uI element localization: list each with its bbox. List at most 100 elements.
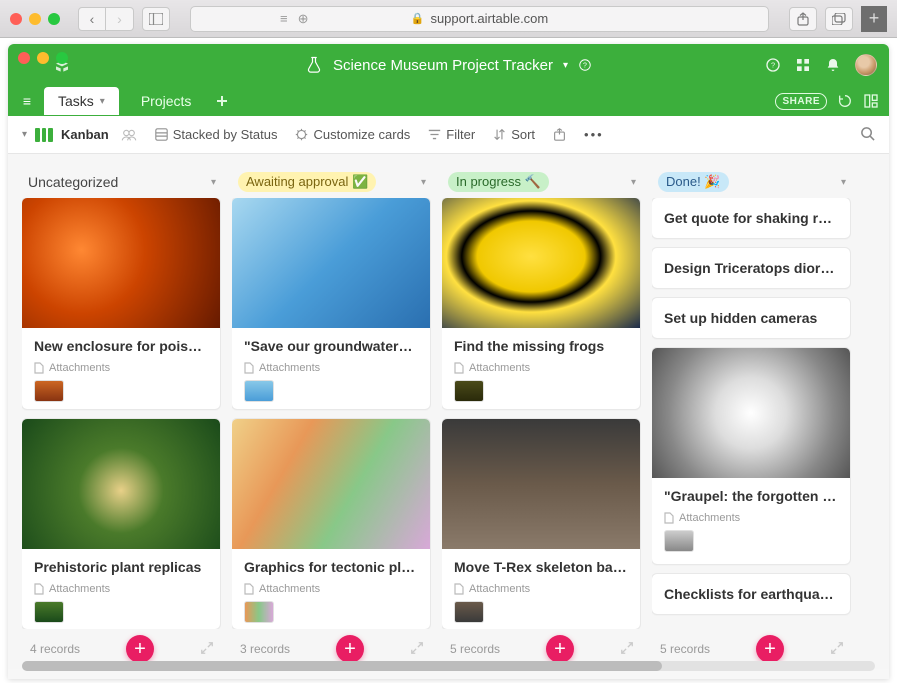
chevron-down-icon[interactable]: ▾: [421, 177, 426, 188]
record-count: 5 records: [660, 642, 710, 656]
kanban-card[interactable]: Design Triceratops diora…: [652, 248, 850, 288]
kanban-card[interactable]: New enclosure for poiso…Attachments: [22, 198, 220, 409]
kanban-card[interactable]: Find the missing frogsAttachments: [442, 198, 640, 409]
add-table-button[interactable]: [213, 92, 231, 110]
card-title: "Graupel: the forgotten p…: [664, 488, 838, 504]
flask-icon: [305, 56, 323, 74]
lock-icon: 🔒: [411, 12, 425, 25]
inner-minimize-button[interactable]: [37, 52, 49, 64]
close-window-button[interactable]: [10, 13, 22, 25]
share-button[interactable]: [789, 7, 817, 31]
kanban-card[interactable]: "Graupel: the forgotten p… Attachments: [652, 348, 850, 564]
expand-icon[interactable]: [200, 641, 214, 658]
kanban-card[interactable]: Checklists for earthquak…: [652, 574, 850, 614]
base-dropdown-chevron-icon[interactable]: ▾: [563, 60, 568, 71]
url-bar[interactable]: ≡ ⊕ 🔒 support.airtable.com: [190, 6, 769, 32]
avatar[interactable]: [855, 54, 877, 76]
menu-icon[interactable]: ≡: [18, 93, 36, 109]
column-cards: Find the missing frogsAttachmentsMove T-…: [442, 198, 642, 629]
attachment-thumb[interactable]: [34, 380, 64, 402]
tab-projects[interactable]: Projects: [127, 87, 206, 115]
safari-toolbar: ‹ › ≡ ⊕ 🔒 support.airtable.com +: [0, 0, 897, 38]
svg-text:?: ?: [583, 62, 587, 69]
more-options-button[interactable]: •••: [584, 127, 604, 142]
inner-close-button[interactable]: [18, 52, 30, 64]
attachment-thumb[interactable]: [664, 530, 694, 552]
zoom-window-button[interactable]: [48, 13, 60, 25]
help-icon[interactable]: ?: [578, 58, 592, 72]
attachment-thumb[interactable]: [454, 601, 484, 623]
chevron-down-icon[interactable]: ▾: [211, 177, 216, 188]
chevron-down-icon[interactable]: ▾: [841, 177, 846, 188]
base-title[interactable]: Science Museum Project Tracker: [333, 57, 553, 74]
share-button[interactable]: SHARE: [775, 93, 827, 110]
card-title: Design Triceratops diora…: [652, 248, 850, 288]
attachment-thumb[interactable]: [454, 380, 484, 402]
attachment-thumb[interactable]: [244, 380, 274, 402]
filter-button[interactable]: Filter: [428, 127, 475, 142]
attachments-label: Attachments: [34, 362, 208, 374]
tabs-button[interactable]: [825, 7, 853, 31]
chevron-down-icon[interactable]: ▾: [631, 177, 636, 188]
collaborators-icon[interactable]: [121, 129, 137, 141]
reader-icon[interactable]: ≡: [280, 11, 288, 27]
apps-icon[interactable]: [795, 57, 811, 73]
back-button[interactable]: ‹: [78, 7, 106, 31]
column-header[interactable]: Uncategorized ▾: [22, 166, 222, 198]
add-card-button[interactable]: +: [336, 635, 364, 663]
stacked-by-button[interactable]: Stacked by Status: [155, 127, 278, 142]
column-header[interactable]: Awaiting approval ✅▾: [232, 166, 432, 198]
forward-button[interactable]: ›: [106, 7, 134, 31]
kanban-column: Done! 🎉 ▾ Get quote for shaking ro… Design …: [652, 166, 852, 669]
file-icon: [244, 583, 254, 595]
bell-icon[interactable]: [825, 57, 841, 73]
add-card-button[interactable]: +: [756, 635, 784, 663]
horizontal-scrollbar[interactable]: [22, 661, 875, 671]
column-title: Done! 🎉: [658, 172, 729, 192]
search-button[interactable]: [860, 126, 875, 144]
site-settings-icon[interactable]: ⊕: [298, 11, 309, 27]
kanban-card[interactable]: Prehistoric plant replicasAttachments: [22, 419, 220, 630]
expand-icon[interactable]: [410, 641, 424, 658]
tab-tasks[interactable]: Tasks ▾: [44, 87, 119, 115]
chevron-down-icon[interactable]: ▾: [100, 96, 105, 107]
kanban-card[interactable]: Move T-Rex skeleton ba…Attachments: [442, 419, 640, 630]
new-tab-button[interactable]: +: [861, 6, 887, 32]
expand-icon[interactable]: [620, 641, 634, 658]
column-header[interactable]: Done! 🎉 ▾: [652, 166, 852, 198]
sort-button[interactable]: Sort: [493, 127, 535, 142]
kanban-card[interactable]: Get quote for shaking ro…: [652, 198, 850, 238]
column-cards: "Save our groundwater" …AttachmentsGraph…: [232, 198, 432, 629]
inner-zoom-button[interactable]: [56, 52, 68, 64]
column-title: Uncategorized: [28, 174, 118, 190]
sidebar-button[interactable]: [142, 7, 170, 31]
history-icon[interactable]: [837, 93, 853, 109]
blocks-icon[interactable]: [863, 93, 879, 109]
attachments-label: Attachments: [244, 362, 418, 374]
card-cover-image: [652, 348, 850, 478]
attachment-thumb[interactable]: [34, 601, 64, 623]
kanban-card[interactable]: Graphics for tectonic pla…Attachments: [232, 419, 430, 630]
card-cover-image: [232, 419, 430, 549]
share-view-button[interactable]: [553, 128, 566, 141]
view-name[interactable]: Kanban: [61, 127, 109, 142]
add-card-button[interactable]: +: [126, 635, 154, 663]
sort-label: Sort: [511, 127, 535, 142]
minimize-window-button[interactable]: [29, 13, 41, 25]
help-circle-icon[interactable]: ?: [765, 57, 781, 73]
expand-icon[interactable]: [830, 641, 844, 658]
card-title: Find the missing frogs: [454, 338, 628, 354]
attachments-label: Attachments: [664, 512, 838, 524]
file-icon: [34, 583, 44, 595]
attachment-thumb[interactable]: [244, 601, 274, 623]
add-card-button[interactable]: +: [546, 635, 574, 663]
record-count: 3 records: [240, 642, 290, 656]
attachments-label: Attachments: [244, 583, 418, 595]
file-icon: [34, 362, 44, 374]
kanban-card[interactable]: Set up hidden cameras: [652, 298, 850, 338]
kanban-card[interactable]: "Save our groundwater" …Attachments: [232, 198, 430, 409]
view-switcher-chevron-icon[interactable]: ▾: [22, 129, 27, 140]
column-header[interactable]: In progress 🔨▾: [442, 166, 642, 198]
customize-cards-button[interactable]: Customize cards: [295, 127, 410, 142]
attachments-label: Attachments: [454, 583, 628, 595]
